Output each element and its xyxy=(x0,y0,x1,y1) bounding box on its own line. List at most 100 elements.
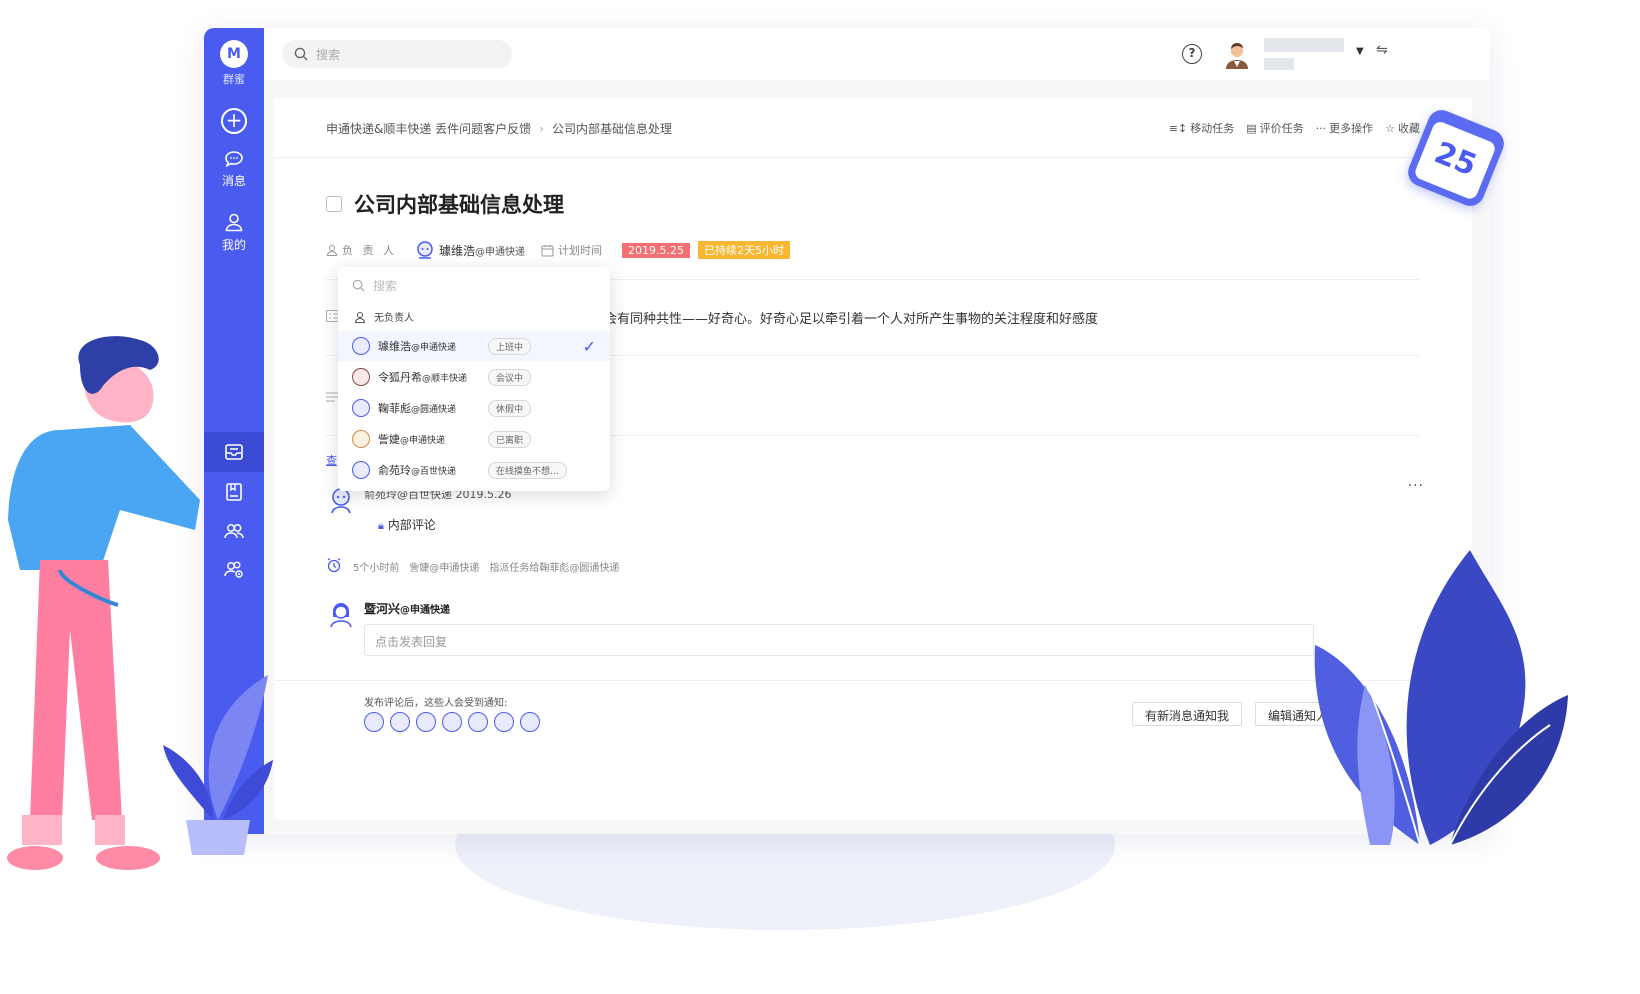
dropdown-search-placeholder: 搜索 xyxy=(373,279,398,293)
more-actions-label: 更多操作 xyxy=(1329,122,1374,135)
owner-option-avatar xyxy=(352,461,370,479)
owner-option-avatar xyxy=(352,430,370,448)
more-actions-button[interactable]: ··· 更多操作 xyxy=(1316,120,1374,136)
move-task-label: 移动任务 xyxy=(1190,122,1235,135)
view-link[interactable]: 查 xyxy=(326,452,337,468)
notify-me-button[interactable]: 有新消息通知我 xyxy=(1132,702,1243,726)
rate-task-button[interactable]: ▤ 评价任务 xyxy=(1246,120,1303,136)
task-title[interactable]: 公司内部基础信息处理 xyxy=(354,189,564,219)
username-placeholder xyxy=(1264,38,1344,52)
dropdown-search-input[interactable]: 搜索 xyxy=(352,277,397,294)
owner-option[interactable]: 俞苑玲@百世快递 在线摸鱼不想... xyxy=(338,455,610,485)
sidebar-item-messages[interactable]: 消息 xyxy=(204,150,264,189)
lock-icon: 🔒︎ xyxy=(378,519,384,532)
chevron-down-icon[interactable]: ▼ xyxy=(1356,46,1364,57)
task-actions: ≡↕ 移动任务 ▤ 评价任务 ··· 更多操作 ☆ 收藏 xyxy=(1169,120,1420,136)
owner-option-name: 訾婕 xyxy=(378,433,400,446)
app-logo-label: 群蜜 xyxy=(223,73,245,86)
sidebar-item-label: 消息 xyxy=(221,174,246,188)
alarm-clock-icon xyxy=(327,557,341,573)
notify-avatar[interactable] xyxy=(494,712,514,732)
owner-option-org: @顺丰快递 xyxy=(422,374,468,384)
notify-avatar[interactable] xyxy=(468,712,488,732)
search-icon xyxy=(352,279,365,292)
team-settings-icon[interactable] xyxy=(223,558,245,580)
reply-user-avatar xyxy=(330,603,352,628)
ellipsis-icon: ··· xyxy=(1315,121,1327,135)
plant-illustration xyxy=(1314,550,1568,846)
favorite-button[interactable]: ☆ 收藏 xyxy=(1385,120,1420,136)
app-logo[interactable]: M xyxy=(220,40,248,68)
plant-illustration xyxy=(163,675,273,855)
user-icon xyxy=(225,213,243,232)
background-blob xyxy=(610,820,930,930)
sidebar-item-label: 我的 xyxy=(221,238,246,252)
activity-log: 5个小时前 訾婕@申通快递 指派任务给鞠菲彪@圆通快递 xyxy=(353,559,629,574)
owner-label: 负 责 人 xyxy=(342,244,397,257)
status-badge: 上班中 xyxy=(488,337,532,355)
notify-avatar[interactable] xyxy=(390,712,410,732)
move-task-button[interactable]: ≡↕ 移动任务 xyxy=(1169,120,1234,136)
notify-avatar[interactable] xyxy=(442,712,462,732)
comment-more-icon[interactable]: ··· xyxy=(1408,478,1424,494)
duration-tag: 已持续2天5小时 xyxy=(698,241,790,259)
owner-option[interactable]: 訾婕@申通快递 已离职 xyxy=(338,424,610,454)
owner-selector[interactable]: 璩维浩@申通快递 xyxy=(439,242,525,259)
global-search-input[interactable]: 搜索 xyxy=(282,40,512,68)
divider xyxy=(274,157,1472,158)
search-placeholder: 搜索 xyxy=(316,48,341,62)
breadcrumb-current: 公司内部基础信息处理 xyxy=(552,122,673,136)
task-complete-checkbox[interactable] xyxy=(326,196,342,212)
reply-user-org: @申通快递 xyxy=(400,605,451,616)
date-tag[interactable]: 2019.5.25 xyxy=(622,242,690,258)
notify-label: 发布评论后，这些人会受到通知: xyxy=(364,698,508,709)
document-icon[interactable] xyxy=(223,481,245,503)
favorite-label: 收藏 xyxy=(1398,122,1420,135)
calendar-day: 25 xyxy=(1413,119,1498,201)
sidebar-item-mine[interactable]: 我的 xyxy=(204,212,264,253)
switch-icon[interactable]: ⇋ xyxy=(1376,42,1388,58)
internal-comment: 🔒︎ 内部评论 xyxy=(378,516,436,533)
owner-option[interactable]: 璩维浩@申通快递 上班中 ✓ xyxy=(338,331,610,361)
star-icon: ☆ xyxy=(1385,121,1395,135)
notify-avatar[interactable] xyxy=(520,712,540,732)
owner-option-name: 俞苑玲 xyxy=(378,464,411,477)
move-icon: ≡↕ xyxy=(1168,121,1188,135)
chat-icon xyxy=(225,151,243,168)
top-bar: 搜索 ? ▼ ⇋ xyxy=(264,28,1490,80)
notify-avatar[interactable] xyxy=(364,712,384,732)
owner-option-org: @圆通快递 xyxy=(411,405,457,415)
owner-dropdown: 搜索 无负责人 璩维浩@申通快递 上班中 ✓ 令狐丹希@顺丰快递 会议中 鞠菲彪… xyxy=(338,267,610,491)
activity-time: 5个小时前 xyxy=(353,563,400,574)
notify-avatar[interactable] xyxy=(416,712,436,732)
owner-option-avatar xyxy=(352,399,370,417)
notify-avatars xyxy=(364,712,540,732)
owner-option-name: 璩维浩 xyxy=(378,340,411,353)
status-badge: 已离职 xyxy=(488,430,532,448)
help-icon[interactable]: ? xyxy=(1182,44,1202,64)
task-description[interactable]: 会有同种共性——好奇心。好奇心足以牵引着一个人对所产生事物的关注程度和好感度 xyxy=(604,308,1098,327)
status-badge: 在线摸鱼不想... xyxy=(488,461,567,479)
team-icon[interactable] xyxy=(223,520,245,542)
reply-user-name: 暨河兴@申通快递 xyxy=(364,600,450,617)
internal-comment-label: 内部评论 xyxy=(387,518,436,532)
chevron-right-icon: › xyxy=(539,122,544,136)
owner-name: 璩维浩 xyxy=(439,243,476,258)
user-icon xyxy=(326,245,338,256)
owner-org: @申通快递 xyxy=(475,246,526,258)
plan-time-label: 计划时间 xyxy=(558,244,603,257)
inbox-icon[interactable] xyxy=(223,441,245,463)
no-owner-option[interactable]: 无负责人 xyxy=(354,309,414,324)
user-avatar[interactable] xyxy=(1222,39,1252,69)
no-owner-label: 无负责人 xyxy=(374,313,414,324)
owner-option-name: 鞠菲彪 xyxy=(378,402,411,415)
username-placeholder xyxy=(1264,58,1294,70)
owner-avatar xyxy=(417,241,433,259)
status-badge: 休假中 xyxy=(488,399,532,417)
reply-input[interactable]: 点击发表回复 xyxy=(364,624,1314,656)
owner-option[interactable]: 令狐丹希@顺丰快递 会议中 xyxy=(338,362,610,392)
breadcrumb-project[interactable]: 申通快递&顺丰快递 丢件问题客户反馈 xyxy=(326,122,531,136)
clipboard-icon: ▤ xyxy=(1246,121,1257,135)
add-button[interactable]: + xyxy=(221,108,247,134)
owner-option[interactable]: 鞠菲彪@圆通快递 休假中 xyxy=(338,393,610,423)
